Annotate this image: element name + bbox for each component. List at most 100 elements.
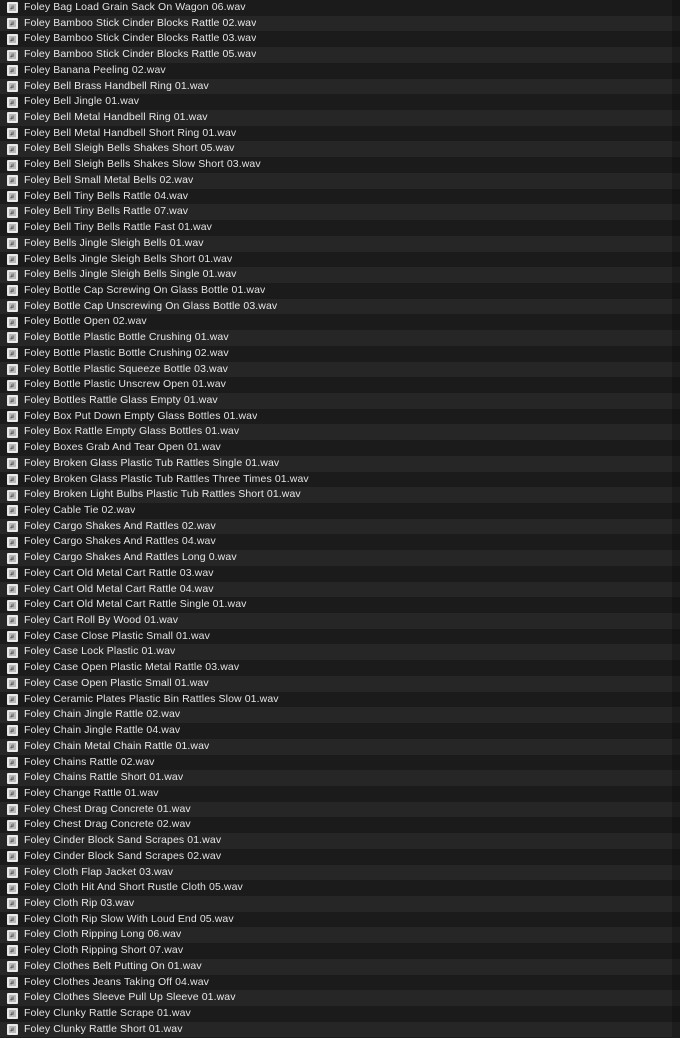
music-note-glyph bbox=[9, 868, 16, 876]
file-name-label: Foley Bamboo Stick Cinder Blocks Rattle … bbox=[24, 48, 257, 61]
file-list-row[interactable]: Foley Broken Light Bulbs Plastic Tub Rat… bbox=[0, 487, 680, 503]
file-list-row[interactable]: Foley Cloth Rip Slow With Loud End 05.wa… bbox=[0, 911, 680, 928]
music-note-glyph bbox=[9, 318, 16, 326]
audio-file-icon bbox=[7, 473, 18, 485]
file-list-row[interactable]: Foley Cloth Hit And Short Rustle Cloth 0… bbox=[0, 880, 680, 896]
music-note-glyph bbox=[9, 114, 16, 122]
file-list-row[interactable]: Foley Bamboo Stick Cinder Blocks Rattle … bbox=[0, 47, 680, 63]
file-name-label: Foley Bag Load Grain Sack On Wagon 06.wa… bbox=[24, 1, 246, 13]
file-list-row[interactable]: Foley Bottle Plastic Bottle Crushing 01.… bbox=[0, 330, 680, 346]
music-note-glyph bbox=[9, 192, 16, 200]
file-list-row[interactable]: Foley Chest Drag Concrete 01.wav bbox=[0, 801, 680, 818]
file-list-row[interactable]: Foley Chains Rattle 02.wav bbox=[0, 754, 680, 771]
file-list-row[interactable]: Foley Clunky Rattle Scrape 01.wav bbox=[0, 1006, 680, 1022]
audio-file-icon bbox=[7, 599, 18, 611]
file-list-row[interactable]: Foley Bamboo Stick Cinder Blocks Rattle … bbox=[0, 15, 680, 32]
file-name-label: Foley Chains Rattle Short 01.wav bbox=[24, 771, 184, 784]
file-list-row[interactable]: Foley Bag Load Grain Sack On Wagon 06.wa… bbox=[0, 0, 680, 16]
file-list-row[interactable]: Foley Bell Small Metal Bells 02.wav bbox=[0, 172, 680, 189]
file-list-row[interactable]: Foley Ceramic Plates Plastic Bin Rattles… bbox=[0, 691, 680, 708]
audio-file-icon bbox=[7, 1024, 18, 1036]
file-list-row[interactable]: Foley Cargo Shakes And Rattles 02.wav bbox=[0, 518, 680, 535]
music-note-glyph bbox=[9, 334, 16, 342]
audio-file-icon bbox=[7, 992, 18, 1004]
file-list-row[interactable]: Foley Cart Old Metal Cart Rattle 03.wav bbox=[0, 565, 680, 582]
audio-file-icon bbox=[7, 190, 18, 202]
file-name-label: Foley Bell Tiny Bells Rattle Fast 01.wav bbox=[24, 221, 213, 234]
file-list-row[interactable]: Foley Case Lock Plastic 01.wav bbox=[0, 644, 680, 661]
music-note-glyph bbox=[9, 51, 16, 59]
file-list-row[interactable]: Foley Cargo Shakes And Rattles 04.wav bbox=[0, 534, 680, 551]
file-list-row[interactable]: Foley Broken Glass Plastic Tub Rattles T… bbox=[0, 471, 680, 488]
file-list-row[interactable]: Foley Cable Tie 02.wav bbox=[0, 503, 680, 519]
music-note-glyph bbox=[9, 900, 16, 908]
file-name-label: Foley Case Open Plastic Small 01.wav bbox=[24, 676, 209, 689]
file-list-row[interactable]: Foley Bell Sleigh Bells Shakes Slow Shor… bbox=[0, 157, 680, 173]
file-list-row[interactable]: Foley Bell Metal Handbell Short Ring 01.… bbox=[0, 125, 680, 142]
audio-file-list[interactable]: Foley Bag Load Grain Sack On Wagon 06.wa… bbox=[0, 0, 680, 1038]
music-note-glyph bbox=[9, 381, 16, 389]
music-note-glyph bbox=[9, 585, 16, 593]
audio-file-icon bbox=[7, 505, 18, 517]
file-list-row[interactable]: Foley Broken Glass Plastic Tub Rattles S… bbox=[0, 455, 680, 472]
file-list-row[interactable]: Foley Box Rattle Empty Glass Bottles 01.… bbox=[0, 424, 680, 441]
file-list-row[interactable]: Foley Bottle Cap Screwing On Glass Bottl… bbox=[0, 282, 680, 299]
file-list-row[interactable]: Foley Chest Drag Concrete 02.wav bbox=[0, 817, 680, 834]
file-list-row[interactable]: Foley Boxes Grab And Tear Open 01.wav bbox=[0, 440, 680, 456]
file-name-label: Foley Cart Old Metal Cart Rattle 03.wav bbox=[24, 566, 214, 579]
audio-file-icon bbox=[7, 80, 18, 92]
file-list-row[interactable]: Foley Bottle Plastic Bottle Crushing 02.… bbox=[0, 345, 680, 362]
file-list-row[interactable]: Foley Cloth Flap Jacket 03.wav bbox=[0, 864, 680, 881]
file-list-row[interactable]: Foley Bell Tiny Bells Rattle Fast 01.wav bbox=[0, 220, 680, 236]
music-note-glyph bbox=[9, 507, 16, 515]
file-list-row[interactable]: Foley Banana Peeling 02.wav bbox=[0, 62, 680, 79]
file-list-row[interactable]: Foley Bottle Open 02.wav bbox=[0, 314, 680, 331]
file-list-row[interactable]: Foley Bottle Cap Unscrewing On Glass Bot… bbox=[0, 298, 680, 315]
file-list-row[interactable]: Foley Bottles Rattle Glass Empty 01.wav bbox=[0, 392, 680, 409]
file-list-row[interactable]: Foley Change Rattle 01.wav bbox=[0, 785, 680, 802]
file-list-row[interactable]: Foley Bell Tiny Bells Rattle 04.wav bbox=[0, 188, 680, 205]
file-list-row[interactable]: Foley Chain Metal Chain Rattle 01.wav bbox=[0, 738, 680, 755]
file-list-row[interactable]: Foley Bottle Plastic Squeeze Bottle 03.w… bbox=[0, 361, 680, 378]
file-list-row[interactable]: Foley Bamboo Stick Cinder Blocks Rattle … bbox=[0, 31, 680, 48]
music-note-glyph bbox=[9, 413, 16, 421]
file-list-row[interactable]: Foley Bells Jingle Sleigh Bells Single 0… bbox=[0, 267, 680, 283]
file-list-row[interactable]: Foley Bells Jingle Sleigh Bells 01.wav bbox=[0, 235, 680, 252]
file-list-row[interactable]: Foley Case Open Plastic Metal Rattle 03.… bbox=[0, 660, 680, 676]
file-list-row[interactable]: Foley Case Close Plastic Small 01.wav bbox=[0, 628, 680, 645]
file-name-label: Foley Cable Tie 02.wav bbox=[24, 504, 136, 516]
file-list-row[interactable]: Foley Clothes Sleeve Pull Up Sleeve 01.w… bbox=[0, 990, 680, 1006]
file-list-row[interactable]: Foley Bell Jingle 01.wav bbox=[0, 94, 680, 111]
file-list-row[interactable]: Foley Cart Roll By Wood 01.wav bbox=[0, 613, 680, 629]
file-list-row[interactable]: Foley Bell Metal Handbell Ring 01.wav bbox=[0, 110, 680, 126]
file-list-row[interactable]: Foley Bells Jingle Sleigh Bells Short 01… bbox=[0, 251, 680, 268]
file-list-row[interactable]: Foley Clothes Jeans Taking Off 04.wav bbox=[0, 974, 680, 991]
file-list-row[interactable]: Foley Bell Sleigh Bells Shakes Short 05.… bbox=[0, 141, 680, 158]
file-list-row[interactable]: Foley Bell Tiny Bells Rattle 07.wav bbox=[0, 204, 680, 221]
file-list-row[interactable]: Foley Cargo Shakes And Rattles Long 0.wa… bbox=[0, 550, 680, 566]
file-list-row[interactable]: Foley Bell Brass Handbell Ring 01.wav bbox=[0, 78, 680, 95]
audio-file-icon bbox=[7, 458, 18, 470]
file-list-row[interactable]: Foley Cinder Block Sand Scrapes 02.wav bbox=[0, 848, 680, 865]
file-list-row[interactable]: Foley Clothes Belt Putting On 01.wav bbox=[0, 958, 680, 975]
file-list-row[interactable]: Foley Chain Jingle Rattle 02.wav bbox=[0, 707, 680, 724]
file-name-label: Foley Broken Glass Plastic Tub Rattles S… bbox=[24, 456, 280, 469]
file-list-row[interactable]: Foley Bottle Plastic Unscrew Open 01.wav bbox=[0, 377, 680, 393]
music-note-glyph bbox=[9, 743, 16, 751]
file-list-row[interactable]: Foley Cloth Ripping Long 06.wav bbox=[0, 927, 680, 944]
file-name-label: Foley Bottle Plastic Unscrew Open 01.wav bbox=[24, 378, 227, 391]
file-list-row[interactable]: Foley Box Put Down Empty Glass Bottles 0… bbox=[0, 408, 680, 425]
file-list-row[interactable]: Foley Cart Old Metal Cart Rattle Single … bbox=[0, 597, 680, 614]
file-list-row[interactable]: Foley Clunky Rattle Short 01.wav bbox=[0, 1021, 680, 1038]
file-list-row[interactable]: Foley Cloth Ripping Short 07.wav bbox=[0, 943, 680, 959]
file-name-label: Foley Chest Drag Concrete 01.wav bbox=[24, 802, 191, 815]
file-list-row[interactable]: Foley Cart Old Metal Cart Rattle 04.wav bbox=[0, 581, 680, 598]
file-list-row[interactable]: Foley Chain Jingle Rattle 04.wav bbox=[0, 723, 680, 739]
file-list-row[interactable]: Foley Case Open Plastic Small 01.wav bbox=[0, 675, 680, 692]
music-note-glyph bbox=[9, 350, 16, 358]
music-note-glyph bbox=[9, 711, 16, 719]
file-list-row[interactable]: Foley Cloth Rip 03.wav bbox=[0, 895, 680, 912]
audio-file-icon bbox=[7, 112, 18, 124]
file-list-row[interactable]: Foley Chains Rattle Short 01.wav bbox=[0, 770, 680, 786]
file-list-row[interactable]: Foley Cinder Block Sand Scrapes 01.wav bbox=[0, 833, 680, 849]
